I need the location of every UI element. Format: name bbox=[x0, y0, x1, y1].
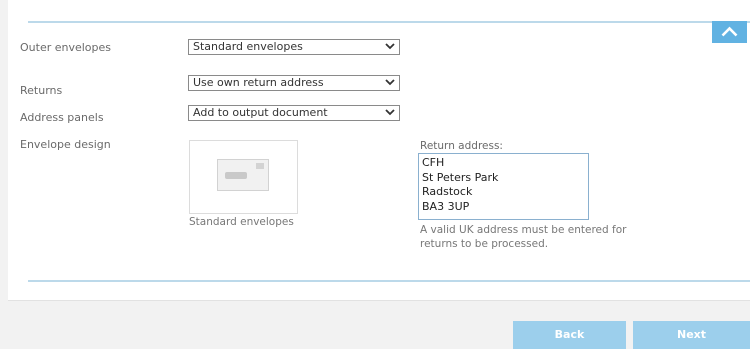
chevron-down-icon bbox=[385, 109, 395, 116]
chevron-up-icon bbox=[721, 26, 738, 37]
back-button[interactable]: Back bbox=[513, 321, 626, 349]
return-address-label: Return address: bbox=[420, 140, 503, 152]
outer-envelopes-select[interactable]: Standard envelopes bbox=[188, 39, 400, 55]
return-address-note: A valid UK address must be entered for r… bbox=[420, 224, 627, 250]
returns-value: Use own return address bbox=[193, 76, 324, 89]
return-address-textarea[interactable]: CFH St Peters Park Radstock BA3 3UP bbox=[418, 153, 589, 220]
envelope-icon bbox=[217, 159, 269, 191]
return-address-line: St Peters Park bbox=[422, 170, 499, 184]
return-address-line: CFH bbox=[422, 156, 445, 169]
top-divider bbox=[28, 21, 750, 23]
return-address-line: BA3 3UP bbox=[422, 199, 470, 213]
envelope-design-caption: Standard envelopes bbox=[189, 216, 294, 228]
returns-label: Returns bbox=[20, 84, 63, 97]
outer-envelopes-value: Standard envelopes bbox=[193, 40, 303, 53]
next-button[interactable]: Next bbox=[633, 321, 750, 349]
envelope-design-option[interactable] bbox=[189, 140, 298, 214]
chevron-down-icon bbox=[385, 43, 395, 50]
outer-envelopes-label: Outer envelopes bbox=[20, 41, 112, 54]
address-panels-value: Add to output document bbox=[193, 106, 328, 119]
chevron-down-icon bbox=[385, 79, 395, 86]
returns-select[interactable]: Use own return address bbox=[188, 75, 400, 91]
return-address-line: Radstock bbox=[422, 185, 473, 198]
bottom-divider bbox=[28, 280, 750, 282]
address-panels-select[interactable]: Add to output document bbox=[188, 105, 400, 121]
collapse-button[interactable] bbox=[712, 21, 747, 43]
address-panels-label: Address panels bbox=[20, 111, 104, 124]
envelope-design-label: Envelope design bbox=[20, 138, 111, 151]
